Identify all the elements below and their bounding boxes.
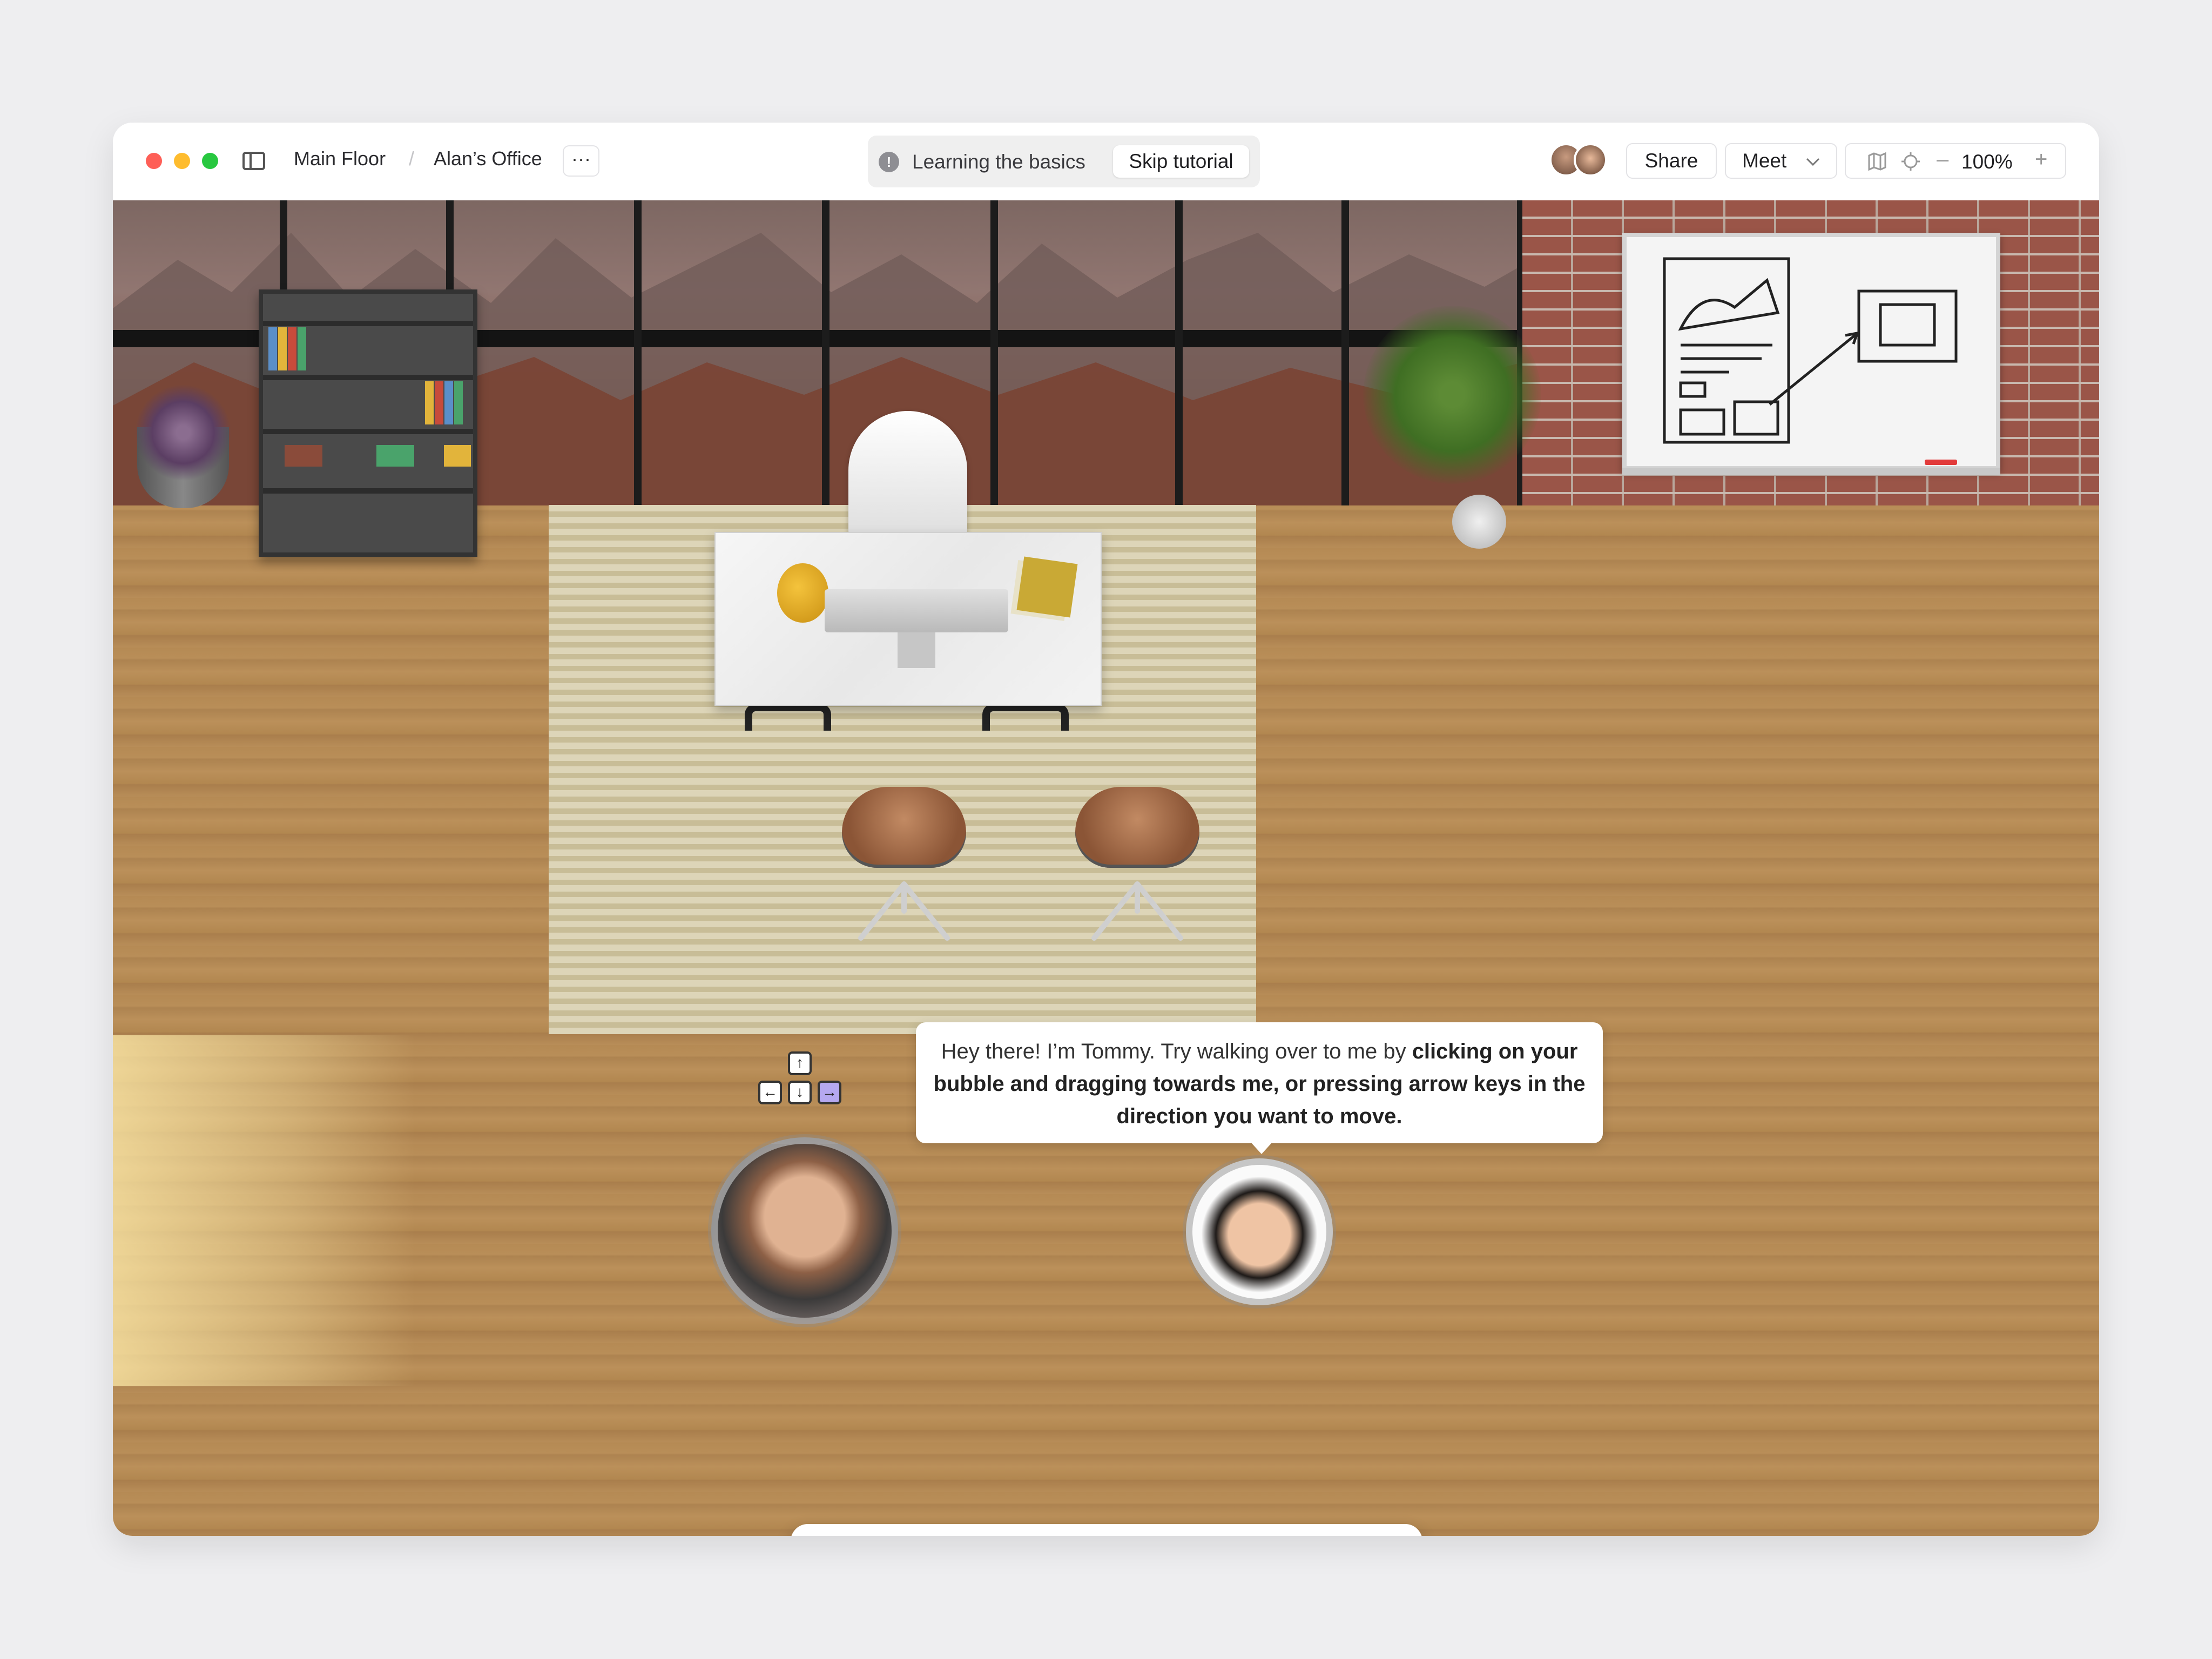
whiteboard-sketch (1663, 257, 1958, 444)
close-window-button[interactable] (146, 153, 162, 169)
breadcrumb-main-floor[interactable]: Main Floor (294, 147, 386, 170)
window-mullion (1175, 200, 1183, 505)
arrow-right-key[interactable]: → (818, 1081, 841, 1104)
app-window: Main Floor / Alan’s Office ··· ! Learnin… (113, 123, 2099, 1536)
tutorial-label: Learning the basics (912, 151, 1085, 173)
sidebar-toggle-icon[interactable] (242, 152, 265, 170)
armchair-base (858, 881, 950, 941)
armchair-base (1091, 881, 1183, 941)
title-bar: Main Floor / Alan’s Office ··· ! Learnin… (113, 123, 2099, 201)
window-mullion (1341, 200, 1349, 505)
meet-dropdown[interactable]: Meet (1725, 143, 1837, 179)
shelf (263, 321, 473, 326)
more-options-button[interactable]: ··· (563, 145, 599, 177)
sunlight-patch (113, 1035, 415, 1386)
book (278, 327, 287, 370)
shelf (263, 429, 473, 434)
minimize-window-button[interactable] (174, 153, 190, 169)
book-stack (285, 445, 322, 467)
potted-plant (134, 384, 232, 481)
desk-books (1016, 556, 1078, 618)
window-mullion (634, 200, 642, 505)
book (268, 327, 277, 370)
tutorial-banner: ! Learning the basics Skip tutorial (868, 136, 1260, 187)
skip-tutorial-button[interactable]: Skip tutorial (1113, 145, 1249, 178)
office-map[interactable]: ↑ ← ↓ → Hey there! I’m Tommy. Try walkin… (113, 200, 2099, 1536)
participant-avatar-tommy[interactable] (1574, 143, 1607, 177)
share-button[interactable]: Share (1626, 143, 1717, 179)
armchair-seat (842, 787, 966, 868)
whiteboard-tray (1622, 468, 2000, 475)
maximize-window-button[interactable] (202, 153, 218, 169)
marker (1925, 460, 1957, 465)
whiteboard[interactable] (1622, 233, 2000, 470)
meet-label: Meet (1742, 150, 1787, 172)
book (298, 327, 306, 370)
zoom-controls: – 100% + (1845, 143, 2066, 179)
map-icon[interactable] (1867, 152, 1887, 171)
recenter-icon[interactable] (1901, 152, 1920, 171)
breadcrumb-room[interactable]: Alan’s Office (434, 147, 542, 170)
book (425, 381, 434, 424)
armchair-seat (1075, 787, 1199, 868)
monitor-stand (898, 632, 935, 668)
zoom-out-button[interactable]: – (1937, 147, 1948, 172)
desk-lamp (777, 563, 828, 623)
book-stack (444, 445, 471, 467)
zoom-level: 100% (1961, 151, 2013, 173)
chevron-down-icon (1806, 158, 1820, 166)
tutorial-speech-bubble: Hey there! I’m Tommy. Try walking over t… (916, 1022, 1603, 1154)
call-toolbar (791, 1524, 1422, 1536)
plant-pot (1452, 495, 1506, 549)
armchair (1075, 787, 1199, 949)
book (435, 381, 443, 424)
desk-chair (848, 411, 967, 546)
book (454, 381, 463, 424)
book (444, 381, 453, 424)
tutorial-text: Hey there! I’m Tommy. Try walking over t… (941, 1040, 1412, 1063)
bookshelf (259, 289, 477, 557)
zoom-in-button[interactable]: + (2035, 147, 2047, 172)
desk-leg (982, 704, 1069, 731)
desk-leg (745, 704, 831, 731)
shelf (263, 488, 473, 494)
potted-palm (1363, 306, 1541, 484)
book-stack (376, 445, 414, 467)
window-mullion (822, 200, 830, 505)
my-avatar-bubble[interactable] (711, 1137, 898, 1324)
shelf (263, 375, 473, 380)
arrow-left-key[interactable]: ← (758, 1081, 782, 1104)
window-mullion (990, 200, 998, 505)
arrow-up-key[interactable]: ↑ (788, 1051, 812, 1075)
arrow-down-key[interactable]: ↓ (788, 1081, 812, 1104)
armchair (842, 787, 966, 949)
breadcrumb-separator: / (409, 147, 415, 170)
tommy-avatar-bubble[interactable] (1186, 1158, 1333, 1305)
book (288, 327, 296, 370)
info-icon: ! (879, 152, 899, 172)
monitor (825, 589, 1008, 632)
